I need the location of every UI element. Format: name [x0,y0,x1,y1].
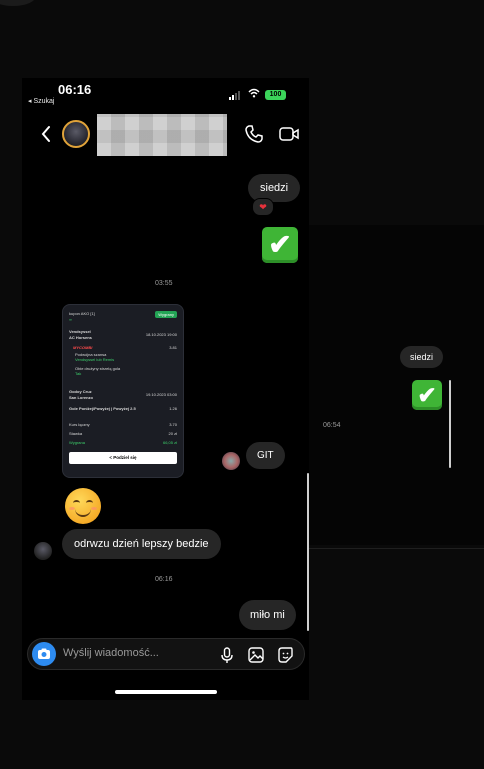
coupon-match1-date: 18.10.2023 19:00 [145,332,177,337]
timestamp: 06:16 [155,576,173,583]
back-to-search-link[interactable]: ◂ Szukaj [28,97,54,105]
smiling-face-emoji-message[interactable] [65,488,101,524]
coupon-total-odds: 3.70 [169,422,177,427]
reaction-avatar [222,452,240,470]
coupon-pick2-detail: Tak [75,371,82,376]
coupon-share-button: < Podziel się [69,452,177,464]
back-arrow-icon[interactable] [39,124,53,144]
message-compose-bar: Wyślij wiadomość... [27,638,305,670]
coupon-status-badge: Wygrany [155,311,177,318]
home-indicator[interactable] [115,690,217,694]
status-time: 06:16 [58,82,92,97]
signal-icon [229,91,240,100]
contact-avatar[interactable] [62,120,90,148]
phone-call-icon[interactable] [244,124,264,144]
coupon-match2-date: 19.10.2023 03:00 [145,392,177,397]
check-emoji-message[interactable]: ✔ [262,227,298,263]
battery-icon: 100 [265,90,286,100]
background-divider [300,548,484,549]
background-message: siedzi [400,346,444,368]
coupon-mycombi-odds: 3.81 [169,345,177,350]
background-decoration [0,0,36,6]
message-bubble-sent[interactable]: GIT [246,442,285,469]
background-check-emoji: ✔ [412,380,442,410]
contact-small-avatar [34,542,52,560]
heart-reaction[interactable]: ❤ [252,198,274,216]
scrollbar[interactable] [307,473,309,631]
camera-button[interactable] [32,642,56,666]
phone-screen: 06:16 ◂ Szukaj 100 siedzi ❤ ✔ 03:55 kupo… [22,78,309,700]
shared-image-message[interactable]: kupon AKO [1] ∞ Wygrany Vendsyssel AC Ho… [62,304,184,478]
background-chat-panel [300,225,484,545]
timestamp: 03:55 [155,280,173,287]
message-input[interactable]: Wyślij wiadomość... [63,647,193,659]
background-timestamp: 06:54 [323,422,341,429]
microphone-icon[interactable] [218,646,236,664]
video-call-icon[interactable] [278,124,300,144]
wifi-icon [248,88,260,98]
message-bubble-sent[interactable]: miło mi [239,600,296,630]
coupon-win: 66,05 zł [162,440,177,445]
coupon-stake: 20 zł [168,431,177,436]
contact-name-blurred[interactable] [97,114,227,156]
camera-icon [38,648,50,659]
gallery-icon[interactable] [247,646,265,664]
coupon-pick1-detail: Vendsyssel lub Remis [75,357,115,362]
sticker-icon[interactable] [276,646,294,664]
background-scrollbar [449,380,451,468]
coupon-pick3-odds: 1.26 [169,406,177,411]
message-bubble-received[interactable]: odrwzu dzień lepszy bedzie [62,529,221,559]
